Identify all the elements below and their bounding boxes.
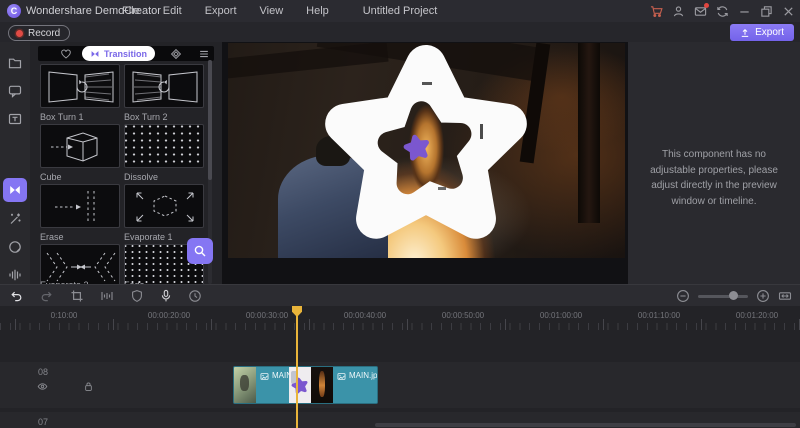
- transition-item-erase[interactable]: [40, 184, 120, 228]
- playhead-line[interactable]: [296, 306, 298, 428]
- audio-icon[interactable]: [8, 268, 22, 282]
- sidebar-item-transition[interactable]: [3, 178, 27, 202]
- menu-view[interactable]: View: [260, 5, 284, 17]
- crop-icon[interactable]: [70, 289, 84, 303]
- timeline-tracks: 08 MAIN.jpg: [0, 331, 800, 428]
- redo-icon[interactable]: [40, 289, 54, 303]
- transition-item-cube[interactable]: [40, 124, 120, 168]
- menu-export[interactable]: Export: [205, 5, 237, 17]
- account-icon[interactable]: [672, 5, 685, 18]
- star-transition-overlay[interactable]: [276, 43, 576, 258]
- audio-split-icon[interactable]: [100, 289, 114, 303]
- panel-tabs: Transition: [38, 46, 214, 61]
- record-label: Record: [28, 27, 61, 39]
- tab-transition[interactable]: Transition: [82, 46, 156, 61]
- project-title: Untitled Project: [362, 5, 438, 17]
- close-icon[interactable]: [782, 5, 795, 18]
- titlebar: C Wondershare DemoCreator File Edit Expo…: [0, 0, 800, 22]
- sticker-icon[interactable]: [8, 240, 22, 254]
- titlebar-icons: [650, 0, 795, 22]
- menubar: File Edit Export View Help: [122, 0, 329, 22]
- image-icon: [260, 372, 269, 381]
- export-label: Export: [755, 27, 784, 38]
- preview-video-frame[interactable]: [228, 43, 625, 258]
- menu-help[interactable]: Help: [306, 5, 329, 17]
- timer-icon[interactable]: [188, 289, 202, 303]
- app-window: C Wondershare DemoCreator File Edit Expo…: [0, 0, 800, 428]
- annotation-icon[interactable]: [8, 84, 22, 98]
- preview-area: 00:00:35 | 00:00:44 Fit: [222, 42, 800, 326]
- lock-icon[interactable]: [83, 381, 94, 392]
- app-logo: C: [7, 4, 21, 18]
- restore-icon[interactable]: [760, 5, 773, 18]
- machinery: [578, 43, 600, 223]
- cart-icon[interactable]: [650, 5, 663, 18]
- zoom-slider-handle[interactable]: [729, 291, 738, 300]
- transition-item-dissolve[interactable]: [124, 124, 204, 168]
- menu-edit[interactable]: Edit: [163, 5, 182, 17]
- properties-panel: This component has no adjustable propert…: [628, 42, 800, 284]
- captions-icon[interactable]: [8, 112, 22, 126]
- record-button[interactable]: Record: [8, 25, 71, 41]
- scrollbar-thumb[interactable]: [208, 60, 212, 180]
- undo-icon[interactable]: [9, 289, 23, 303]
- timeline-zoom-slider[interactable]: [698, 291, 748, 300]
- clip-main-1[interactable]: MAIN.jpg: [256, 367, 289, 403]
- zoom-out-icon[interactable]: [676, 289, 690, 303]
- export-button[interactable]: Export: [730, 24, 794, 41]
- transition-marker[interactable]: [289, 367, 311, 403]
- clip-thumbnail: [234, 367, 256, 403]
- transition-label: Dissolve: [124, 172, 159, 182]
- timeline-clip-group[interactable]: MAIN.jpg MAIN.jpg: [233, 366, 378, 404]
- zoom-in-icon[interactable]: [756, 289, 770, 303]
- timeline-ruler[interactable]: 0:10:00 00:00:20:00 00:00:30:00 00:00:40…: [0, 306, 800, 331]
- transitions-panel: Transition Box Turn 1 Box Turn 2 Cube Di…: [30, 42, 222, 287]
- clip-label: MAIN.jpg: [272, 371, 289, 380]
- clip-main-2[interactable]: MAIN.jpg: [333, 367, 378, 403]
- track-number: 07: [38, 417, 49, 427]
- denoise-shield-icon[interactable]: [130, 289, 144, 303]
- record-dot-icon: [16, 29, 23, 37]
- tool-sidebar: [0, 42, 30, 328]
- transition-item-box-turn-2[interactable]: [124, 64, 204, 108]
- transition-label: Erase: [40, 232, 64, 242]
- fit-timeline-icon[interactable]: [778, 289, 792, 303]
- upload-icon: [740, 28, 750, 38]
- eye-icon[interactable]: [37, 381, 48, 392]
- menu-file[interactable]: File: [122, 5, 140, 17]
- image-icon: [337, 372, 346, 381]
- transition-label: Cube: [40, 172, 62, 182]
- favorites-heart-icon[interactable]: [60, 48, 72, 60]
- horizontal-scrollbar[interactable]: [375, 423, 796, 427]
- transition-item-box-turn-1[interactable]: [40, 64, 120, 108]
- list-menu-icon[interactable]: [198, 48, 210, 60]
- media-icon[interactable]: [8, 56, 22, 70]
- track-row-08[interactable]: 08 MAIN.jpg: [0, 362, 800, 408]
- properties-message: This component has no adjustable propert…: [650, 149, 778, 207]
- tab-transition-label: Transition: [104, 48, 148, 59]
- transition-thumb-star: [291, 377, 308, 394]
- clip-thumbnail: [311, 367, 333, 403]
- sync-icon[interactable]: [716, 5, 729, 18]
- search-icon: [194, 245, 206, 257]
- timeline-toolbar: [0, 284, 800, 306]
- actionbar: Record Export: [0, 22, 800, 42]
- transition-icon: [8, 183, 22, 197]
- diamond-icon[interactable]: [170, 48, 182, 60]
- microphone-icon[interactable]: [159, 289, 173, 303]
- clip-label: MAIN.jpg: [349, 371, 378, 380]
- effects-icon[interactable]: [8, 212, 22, 226]
- transition-tab-icon: [90, 49, 100, 59]
- timeline-zoom-controls: [676, 285, 792, 307]
- messages-icon[interactable]: [694, 2, 709, 18]
- transition-item-evaporate-1[interactable]: [124, 184, 204, 228]
- minimize-icon[interactable]: [738, 5, 751, 18]
- track-number: 08: [38, 367, 49, 377]
- transition-label: Box Turn 2: [124, 112, 168, 122]
- ruler-major-ticks: [0, 319, 800, 330]
- notification-badge: [704, 2, 709, 8]
- transition-label: Box Turn 1: [40, 112, 84, 122]
- search-button[interactable]: [187, 238, 213, 264]
